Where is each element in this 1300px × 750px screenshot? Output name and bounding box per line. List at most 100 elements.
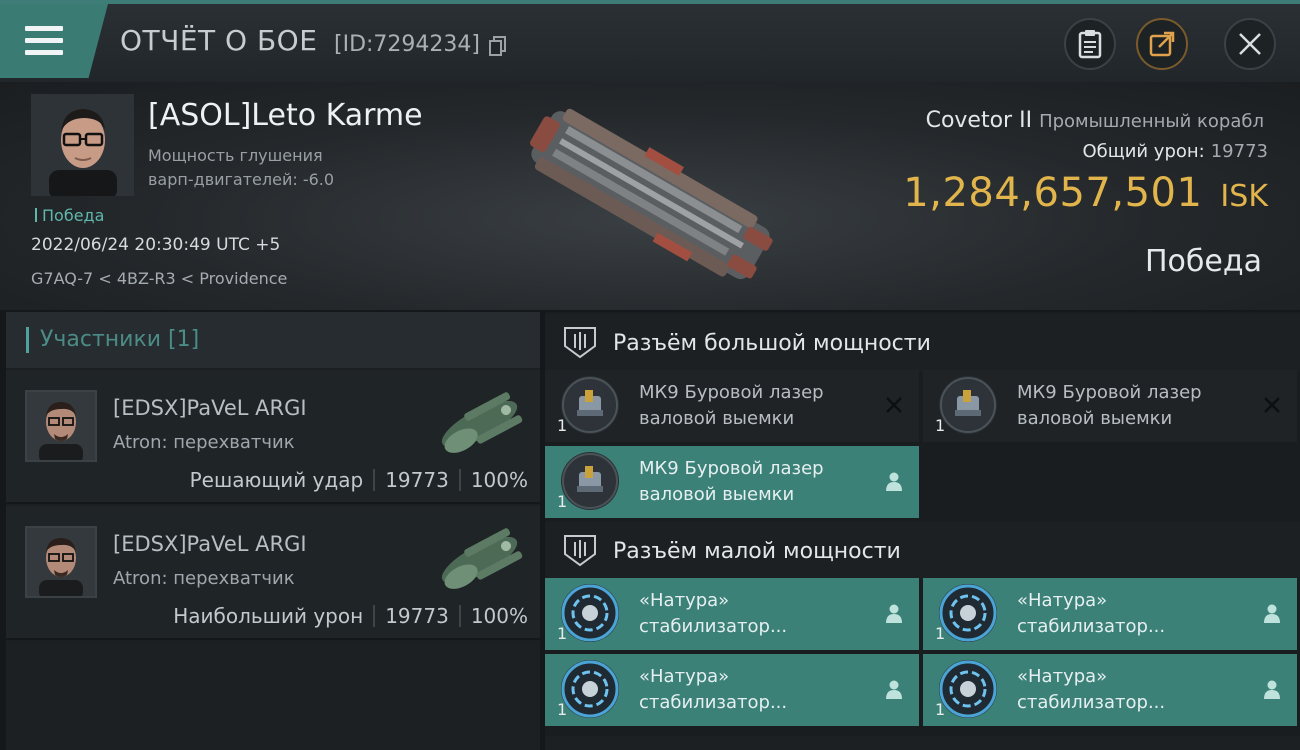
participant-avatar[interactable] [25,390,97,462]
report-id: [ID:7294234] [334,32,480,57]
module-name-line1: МК9 Буровой лазер [639,382,824,403]
module-name-line1: «Натура» [639,590,730,611]
total-damage-label: Общий урон: [1082,141,1205,162]
stabilizer-icon [561,584,619,642]
module-slot[interactable]: 1 МК9 Буровой лазер валовой выемки [923,370,1297,442]
person-icon [886,472,902,491]
module-name: МК9 Буровой лазер валовой выемки [639,380,879,432]
slot-icon [564,535,596,567]
menu-icon [25,26,63,56]
module-qty: 1 [935,624,946,643]
victim-banner: [ASOL]Leto Karme Мощность глушения варп-… [0,82,1300,310]
slot-icon [564,327,596,359]
module-name: «Натура» стабилизатор... [1017,664,1257,716]
next-section-peek [545,736,1300,750]
module-slot[interactable]: 1 «Натура» стабилизатор... [923,578,1297,650]
total-damage-value: 19773 [1210,141,1268,162]
stabilizer-icon [939,584,997,642]
participant-stats: Решающий удар 19773 100% [190,468,528,492]
ship-name-text: Covetor II [925,108,1033,133]
module-qty: 1 [935,700,946,719]
module-name-line1: «Натура» [639,666,730,687]
close-x-icon [886,397,902,413]
victim-location[interactable]: G7AQ-7 < 4BZ-R3 < Providence [31,269,287,288]
participant-name[interactable]: [EDSX]PaVeL ARGI [113,396,307,420]
high-slot-title: Разъём большой мощности [613,331,931,356]
close-button[interactable] [1224,18,1276,70]
mining-laser-icon [561,452,619,510]
module-name: МК9 Буровой лазер валовой выемки [1017,380,1257,432]
module-qty: 1 [935,416,946,435]
victim-stat: Мощность глушения варп-двигателей: -6.0 [148,144,388,192]
module-name-line1: «Натура» [1017,590,1108,611]
low-slot-title: Разъём малой мощности [613,539,901,564]
share-button[interactable] [1136,18,1188,70]
close-icon [1239,33,1261,55]
participant-damage: 19773 [385,604,449,628]
clipboard-icon [1078,30,1102,59]
participants-header[interactable]: Участники [1] [6,312,540,368]
participants-empty-space [6,644,540,750]
isk-value-line: 1,284,657,501 ISK [903,170,1268,216]
battle-result: Победа [1145,244,1262,279]
participant-ship-image[interactable] [418,514,540,600]
victim-name[interactable]: [ASOL]Leto Karme [148,98,423,133]
page-title: ОТЧЁТ О БОЕ [120,24,318,57]
module-name-line2: валовой выемки [1017,408,1173,429]
participants-panel: Участники [1] [EDSX]PaVeL ARGI Atron: пе… [6,312,540,750]
total-damage: Общий урон: 19773 [1082,141,1268,162]
participant-damage: 19773 [385,468,449,492]
participant-role: Наибольший урон [173,604,364,628]
participant-row[interactable]: [EDSX]PaVeL ARGI Atron: перехватчик Реша… [6,370,540,504]
top-accent-line [0,0,1300,4]
module-name-line1: МК9 Буровой лазер [639,458,824,479]
person-icon [1264,680,1280,699]
participant-percent: 100% [470,468,528,492]
module-name: «Натура» стабилизатор... [639,664,879,716]
module-name-line2: стабилизатор... [1017,616,1166,637]
module-qty: 1 [557,416,568,435]
module-slot[interactable]: 1 «Натура» стабилизатор... [545,654,919,726]
participant-role: Решающий удар [189,468,364,492]
participant-stats: Наибольший урон 19773 100% [173,604,528,628]
close-x-icon [1264,397,1280,413]
isk-unit: ISK [1220,179,1268,214]
module-name-line2: стабилизатор... [1017,692,1166,713]
victim-ship-name[interactable]: Covetor II Промышленный корабл [926,108,1264,133]
participants-header-marker [26,327,29,353]
module-slot[interactable]: 1 «Натура» стабилизатор... [923,654,1297,726]
participant-row[interactable]: [EDSX]PaVeL ARGI Atron: перехватчик Наиб… [6,506,540,640]
fittings-panel: Разъём большой мощности 1 МК9 Буровой ла… [545,312,1300,750]
module-slot[interactable]: 1 «Натура» стабилизатор... [545,578,919,650]
participant-name[interactable]: [EDSX]PaVeL ARGI [113,532,307,556]
victim-ship-image[interactable] [505,96,795,296]
module-name-line2: валовой выемки [639,484,795,505]
module-name: МК9 Буровой лазер валовой выемки [639,456,879,508]
high-slot-header: Разъём большой мощности [545,314,1300,372]
copy-icon[interactable] [489,36,507,56]
module-slot[interactable]: 1 МК9 Буровой лазер валовой выемки [545,446,919,518]
participants-header-label: Участники [1] [40,327,200,352]
module-name: «Натура» стабилизатор... [1017,588,1257,640]
victim-stat-line1: Мощность глушения [148,146,323,165]
isk-value: 1,284,657,501 [903,170,1203,216]
participant-avatar[interactable] [25,526,97,598]
module-name: «Натура» стабилизатор... [639,588,879,640]
module-qty: 1 [557,492,568,511]
participant-ship: Atron: перехватчик [113,568,295,589]
clipboard-button[interactable] [1064,18,1116,70]
person-icon [1264,604,1280,623]
mining-laser-icon [561,376,619,434]
module-name-line2: валовой выемки [639,408,795,429]
module-qty: 1 [557,624,568,643]
ship-class-text: Промышленный корабл [1039,111,1264,132]
person-icon [886,604,902,623]
module-name-line1: МК9 Буровой лазер [1017,382,1202,403]
stabilizer-icon [939,660,997,718]
menu-button[interactable] [0,4,108,78]
module-name-line1: «Натура» [1017,666,1108,687]
module-name-line2: стабилизатор... [639,692,788,713]
victim-avatar[interactable] [31,94,134,196]
module-slot[interactable]: 1 МК9 Буровой лазер валовой выемки [545,370,919,442]
participant-ship-image[interactable] [418,378,540,464]
